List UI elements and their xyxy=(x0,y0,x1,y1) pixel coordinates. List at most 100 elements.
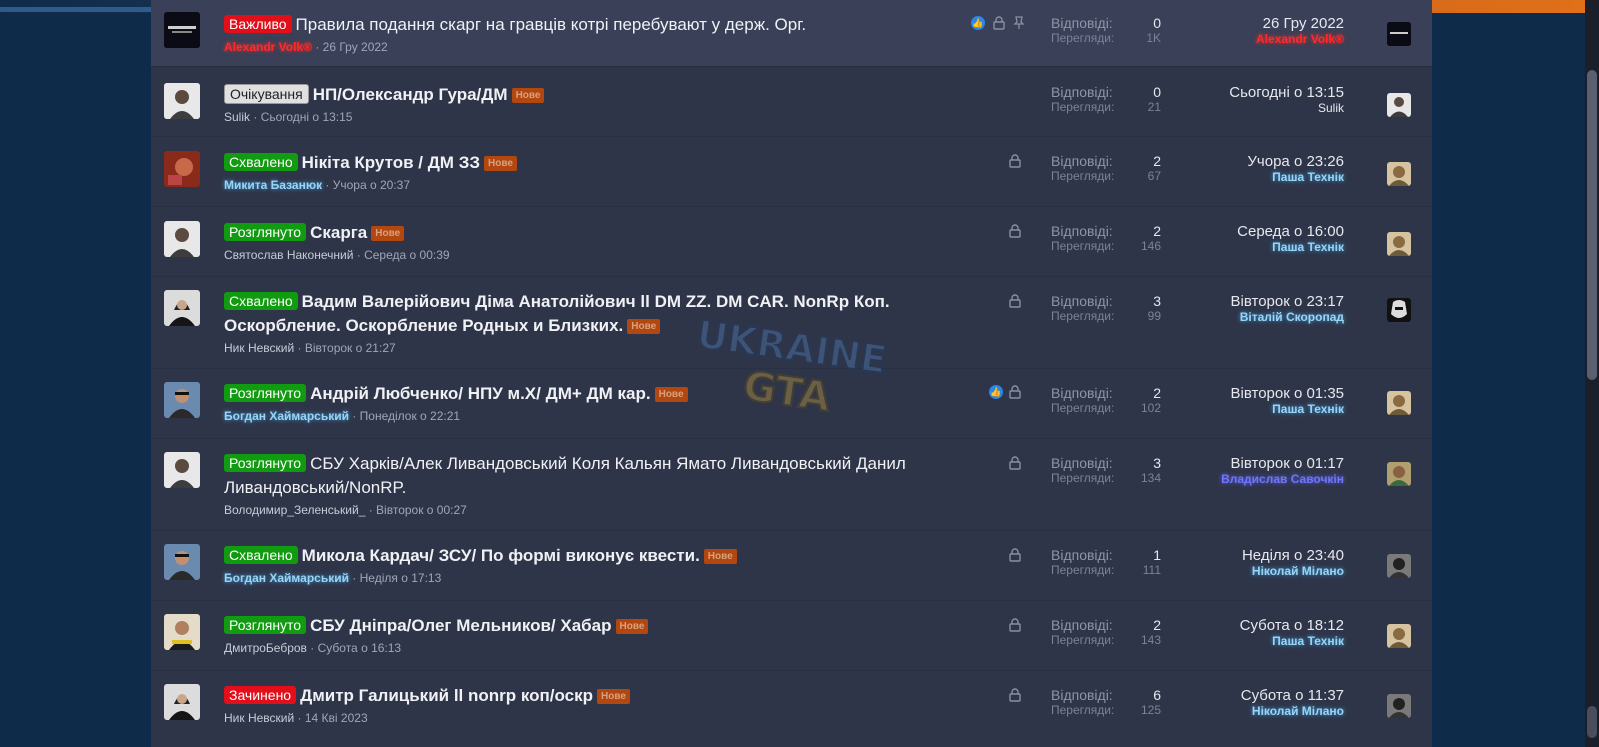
last-post-user[interactable]: Alexandr Volk xyxy=(1256,32,1335,46)
prefix-badge[interactable]: Розглянуто xyxy=(224,616,307,634)
thread-title[interactable]: Розглянуто СБУ Дніпра/Олег Мельников/ Хаб… xyxy=(224,614,954,638)
thread-row[interactable]: Розглянуто Андрій Любченко/ НПУ м.Х/ ДМ+ … xyxy=(151,368,1432,439)
avatar[interactable] xyxy=(164,151,200,187)
avatar[interactable] xyxy=(164,684,200,720)
last-post-user[interactable]: Віталій Скоропад xyxy=(1124,310,1344,324)
thread-row[interactable]: Очікування НП/Олександр Гура/ДМ Нове Sulik… xyxy=(151,66,1432,137)
thread-row[interactable]: Розглянуто Скарга Нове Святослав Наконечни… xyxy=(151,206,1432,277)
last-post-user[interactable]: Паша Технік xyxy=(1124,634,1344,648)
thread-row[interactable]: Схвалено Нікіта Крутов / ДМ ЗЗ Нове Микита… xyxy=(151,136,1432,207)
thread-row[interactable]: Схвалено Микола Кардач/ ЗСУ/ По формі вик… xyxy=(151,530,1432,601)
last-post-date[interactable]: Середа о 16:00 xyxy=(1124,223,1344,240)
prefix-badge[interactable]: Зачинено xyxy=(224,686,297,704)
thread-author[interactable]: ДмитроБебров xyxy=(224,641,307,655)
last-poster-avatar[interactable] xyxy=(1387,22,1411,46)
thread-author[interactable]: Ник Невский xyxy=(224,341,294,355)
last-poster-avatar[interactable] xyxy=(1387,298,1411,322)
thread-date[interactable]: Субота о 16:13 xyxy=(318,641,402,655)
thread-title-text[interactable]: Андрій Любченко/ НПУ м.Х/ ДМ+ ДМ кар. xyxy=(310,384,651,403)
thread-title[interactable]: Очікування НП/Олександр Гура/ДМ Нове xyxy=(224,83,954,107)
thread-author[interactable]: Микита Базанюк xyxy=(224,178,322,192)
last-post-user[interactable]: Паша Технік xyxy=(1124,402,1344,416)
last-post-user[interactable]: Sulik xyxy=(1124,101,1344,115)
last-poster-avatar[interactable] xyxy=(1387,232,1411,256)
last-post-user[interactable]: Паша Технік xyxy=(1124,170,1344,184)
thread-date[interactable]: Сьогодні о 13:15 xyxy=(261,110,353,124)
thread-title-text[interactable]: СБУ Дніпра/Олег Мельников/ Хабар xyxy=(310,616,611,635)
thread-author[interactable]: Alexandr Volk xyxy=(224,40,303,54)
avatar[interactable] xyxy=(164,614,200,650)
avatar[interactable] xyxy=(164,544,200,580)
thread-date[interactable]: Понеділок о 22:21 xyxy=(360,409,460,423)
last-post-date[interactable]: Вівторок о 23:17 xyxy=(1124,293,1344,310)
thread-title-text[interactable]: Правила подання скарг на гравців котрі п… xyxy=(296,15,807,34)
last-poster-avatar[interactable] xyxy=(1387,162,1411,186)
avatar[interactable] xyxy=(164,12,200,48)
avatar[interactable] xyxy=(164,83,200,119)
avatar[interactable] xyxy=(164,290,200,326)
thread-title-text[interactable]: Микола Кардач/ ЗСУ/ По формі виконує кве… xyxy=(302,546,700,565)
thread-date[interactable]: Неділя о 17:13 xyxy=(360,571,442,585)
thread-title-text[interactable]: НП/Олександр Гура/ДМ xyxy=(313,85,508,104)
thread-title[interactable]: Схвалено Микола Кардач/ ЗСУ/ По формі вик… xyxy=(224,544,954,568)
last-poster-avatar[interactable] xyxy=(1387,462,1411,486)
thread-row[interactable]: Схвалено Вадим Валерійович Діма Анатолійо… xyxy=(151,276,1432,369)
last-poster-avatar[interactable] xyxy=(1387,391,1411,415)
last-post-date[interactable]: Неділя о 23:40 xyxy=(1124,547,1344,564)
thread-date[interactable]: Вівторок о 00:27 xyxy=(376,503,467,517)
thread-date[interactable]: 26 Гру 2022 xyxy=(323,40,388,54)
thread-title[interactable]: Схвалено Вадим Валерійович Діма Анатолійо… xyxy=(224,290,954,338)
thread-row[interactable]: Розглянуто СБУ Дніпра/Олег Мельников/ Хаб… xyxy=(151,600,1432,671)
thread-title-text[interactable]: Скарга xyxy=(310,223,367,242)
scrollbar-thumb[interactable] xyxy=(1587,70,1597,380)
avatar[interactable] xyxy=(164,221,200,257)
last-poster-avatar[interactable] xyxy=(1387,554,1411,578)
thread-row[interactable]: Розглянуто СБУ Харків/Алек Ливандовський … xyxy=(151,438,1432,531)
thread-title[interactable]: Розглянуто Андрій Любченко/ НПУ м.Х/ ДМ+ … xyxy=(224,382,954,406)
thread-title[interactable]: Схвалено Нікіта Крутов / ДМ ЗЗ Нове xyxy=(224,151,954,175)
prefix-badge[interactable]: Розглянуто xyxy=(224,223,307,241)
prefix-badge[interactable]: Схвалено xyxy=(224,546,298,564)
last-poster-avatar[interactable] xyxy=(1387,624,1411,648)
prefix-badge[interactable]: Розглянуто xyxy=(224,384,307,402)
thread-author[interactable]: Володимир_Зеленський_ xyxy=(224,503,365,517)
avatar[interactable] xyxy=(164,382,200,418)
last-post-user[interactable]: Ніколай Мілано xyxy=(1124,704,1344,718)
thread-date[interactable]: 14 Кві 2023 xyxy=(305,711,368,725)
last-post-date[interactable]: Вівторок о 01:35 xyxy=(1124,385,1344,402)
last-poster-avatar[interactable] xyxy=(1387,93,1411,117)
thread-author[interactable]: Sulik xyxy=(224,110,250,124)
prefix-badge[interactable]: Схвалено xyxy=(224,292,298,310)
last-post-date[interactable]: Сьогодні о 13:15 xyxy=(1124,84,1344,101)
thread-author[interactable]: Богдан Хаймарський xyxy=(224,571,349,585)
thread-title-text[interactable]: Дмитр Галицький ll nonrp коп/оскр xyxy=(300,686,593,705)
thread-author[interactable]: Богдан Хаймарський xyxy=(224,409,349,423)
prefix-badge[interactable]: Важливо xyxy=(224,15,292,33)
last-post-date[interactable]: Учора о 23:26 xyxy=(1124,153,1344,170)
thread-title-text[interactable]: Вадим Валерійович Діма Анатолійович ll D… xyxy=(224,292,890,335)
prefix-badge[interactable]: Розглянуто xyxy=(224,454,307,472)
thread-date[interactable]: Вівторок о 21:27 xyxy=(305,341,396,355)
last-poster-avatar[interactable] xyxy=(1387,694,1411,718)
last-post-date[interactable]: Вівторок о 01:17 xyxy=(1124,455,1344,472)
thread-row[interactable]: Важливо Правила подання скарг на гравців … xyxy=(151,0,1432,67)
last-post-date[interactable]: Субота о 18:12 xyxy=(1124,617,1344,634)
thread-author[interactable]: Ник Невский xyxy=(224,711,294,725)
last-post-user[interactable]: Владислав Савочкін xyxy=(1124,472,1344,486)
thread-title-text[interactable]: СБУ Харків/Алек Ливандовський Коля Калья… xyxy=(224,454,906,497)
prefix-badge[interactable]: Схвалено xyxy=(224,153,298,171)
thread-row[interactable]: Зачинено Дмитр Галицький ll nonrp коп/оск… xyxy=(151,670,1432,747)
last-post-user[interactable]: Ніколай Мілано xyxy=(1124,564,1344,578)
thread-title[interactable]: Розглянуто СБУ Харків/Алек Ливандовський … xyxy=(224,452,954,500)
thread-date[interactable]: Середа о 00:39 xyxy=(364,248,449,262)
thread-date[interactable]: Учора о 20:37 xyxy=(333,178,410,192)
thread-author[interactable]: Святослав Наконечний xyxy=(224,248,353,262)
thread-title[interactable]: Розглянуто Скарга Нове xyxy=(224,221,954,245)
thread-title[interactable]: Важливо Правила подання скарг на гравців … xyxy=(224,13,954,37)
avatar[interactable] xyxy=(164,452,200,488)
prefix-badge[interactable]: Очікування xyxy=(224,84,309,104)
thread-title-text[interactable]: Нікіта Крутов / ДМ ЗЗ xyxy=(302,153,480,172)
thread-title[interactable]: Зачинено Дмитр Галицький ll nonrp коп/оск… xyxy=(224,684,954,708)
last-post-date[interactable]: Субота о 11:37 xyxy=(1124,687,1344,704)
last-post-user[interactable]: Паша Технік xyxy=(1124,240,1344,254)
